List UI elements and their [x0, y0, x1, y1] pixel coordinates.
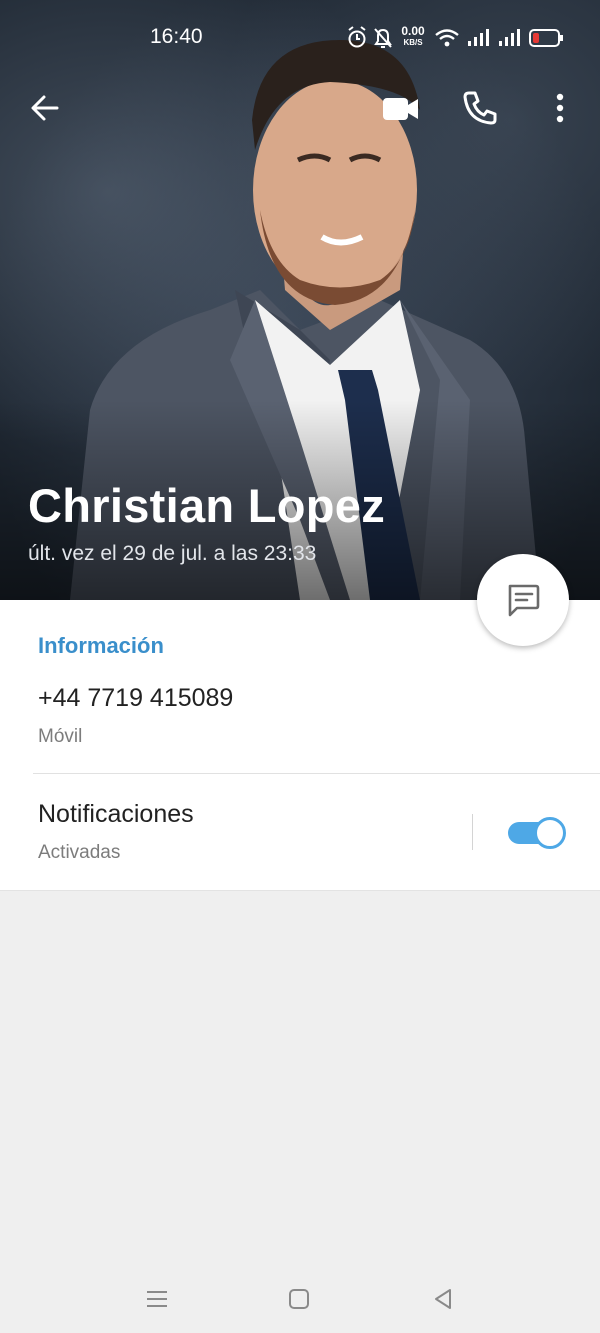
- more-vertical-icon: [556, 93, 564, 123]
- back-arrow-icon: [31, 95, 59, 121]
- home-icon: [289, 1289, 309, 1309]
- vertical-divider: [472, 814, 473, 850]
- notifications-status: Activadas: [38, 842, 121, 863]
- home-button[interactable]: [281, 1281, 317, 1317]
- last-seen-text: últ. vez el 29 de jul. a las 23:33: [28, 542, 317, 565]
- section-title-info: Información: [38, 633, 164, 658]
- status-icons: [348, 26, 563, 48]
- notifications-title: Notificaciones: [38, 800, 194, 828]
- video-call-button[interactable]: [380, 90, 422, 128]
- back-button[interactable]: [24, 88, 68, 128]
- mute-bell-icon: [374, 28, 392, 48]
- nav-back-button[interactable]: [425, 1281, 461, 1317]
- phone-number[interactable]: +44 7719 415089: [38, 684, 233, 713]
- phone-type-label: Móvil: [38, 726, 83, 747]
- status-bar: 16:40 0.00 KB/S: [0, 0, 600, 76]
- recents-button[interactable]: [139, 1281, 175, 1317]
- phone-call-icon: [463, 91, 497, 125]
- back-icon: [435, 1289, 451, 1309]
- video-call-icon: [383, 98, 418, 120]
- system-nav-bar: [0, 1265, 600, 1333]
- message-icon: [508, 584, 540, 617]
- toggle-knob: [534, 817, 566, 849]
- contact-name: Christian Lopez: [28, 479, 386, 532]
- more-options-button[interactable]: [546, 88, 574, 128]
- battery-low-icon: [529, 29, 563, 47]
- signal-icon: [468, 29, 489, 46]
- status-time: 16:40: [150, 25, 203, 48]
- net-speed: 0.00 KB/S: [401, 24, 425, 47]
- notifications-toggle[interactable]: [508, 817, 566, 849]
- divider: [33, 773, 600, 774]
- recents-icon: [147, 1291, 167, 1307]
- alarm-icon: [348, 26, 366, 48]
- message-button[interactable]: [477, 554, 569, 646]
- signal-icon: [499, 29, 520, 46]
- wifi-icon: [435, 29, 459, 47]
- phone-call-button[interactable]: [460, 88, 500, 128]
